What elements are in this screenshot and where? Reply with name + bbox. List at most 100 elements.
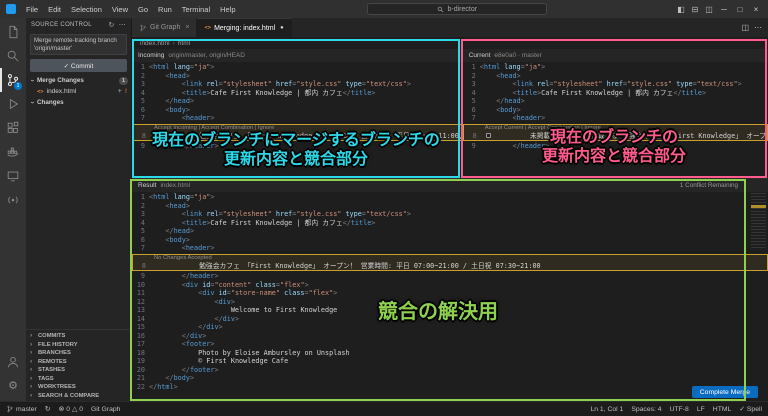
code-line[interactable]: 11 <div id="store-name" class="flex"> — [132, 289, 768, 298]
extensions-icon[interactable] — [0, 116, 26, 140]
menu-selection[interactable]: Selection — [66, 3, 107, 16]
conflict-checkbox[interactable] — [155, 133, 160, 138]
panel-search-compare[interactable]: › SEARCH & COMPARE — [26, 392, 131, 401]
conflict-checkbox[interactable] — [485, 133, 491, 138]
code-line[interactable]: 7 <header> — [463, 114, 768, 123]
layout-icon[interactable]: ◫ — [702, 5, 716, 14]
code-line[interactable]: 22 </html> — [132, 383, 768, 392]
code-line[interactable]: 3 <link rel="stylesheet" href="style.css… — [463, 80, 768, 89]
tab-merging-index-html[interactable]: <> Merging: index.html ● — [197, 18, 292, 37]
code-line[interactable]: 1 <html lang="ja"> — [132, 193, 768, 202]
code-line[interactable]: 6 <body> — [132, 106, 462, 115]
panel-stashes[interactable]: › STASHES — [26, 366, 131, 375]
code-line[interactable]: 2 <head> — [463, 72, 768, 81]
breadcrumb-symbol[interactable]: html — [178, 40, 190, 47]
modified-dot-icon[interactable]: ● — [280, 25, 284, 31]
settings-gear-icon[interactable]: ⚙ — [0, 374, 26, 398]
sync-button[interactable]: ↻ — [45, 405, 51, 413]
code-line[interactable]: 20 </footer> — [132, 366, 768, 375]
live-preview-icon[interactable] — [0, 188, 26, 212]
tab-git-graph[interactable]: Git Graph × — [132, 18, 198, 37]
close-tab-icon[interactable]: × — [185, 24, 189, 31]
code-line[interactable]: 1 <html lang="ja"> — [132, 63, 462, 72]
menu-go[interactable]: Go — [133, 3, 153, 16]
cursor-position-indicator[interactable]: Ln 1, Col 1 — [590, 406, 623, 413]
code-line[interactable]: 7 <header> — [132, 244, 768, 253]
code-line[interactable]: 6 <body> — [463, 106, 768, 115]
stage-file-icon[interactable]: + — [118, 88, 122, 95]
complete-merge-button[interactable]: Complete Merge — [691, 386, 758, 398]
result-code[interactable]: 1 <html lang="ja"> 2 <head> 3 <link rel="st… — [132, 192, 768, 401]
panel-remotes[interactable]: › REMOTES — [26, 358, 131, 367]
code-line[interactable]: 12 <div> — [132, 298, 768, 307]
code-line[interactable]: 8 勉強会カフェ 「First Knowledge」 オープン！ 営業時間: 平… — [133, 262, 767, 271]
more-actions-icon[interactable]: ⋯ — [754, 23, 762, 32]
commit-button[interactable]: ✓ Commit — [30, 59, 127, 72]
toggle-sidebar-icon[interactable]: ◧ — [674, 5, 688, 14]
code-line[interactable]: 9 </header> — [463, 142, 768, 151]
code-line[interactable]: 4 <title>Cafe First Knowledge | 都内 カフェ</… — [463, 89, 768, 98]
command-center-search[interactable]: b-director — [367, 3, 548, 15]
commit-message-input[interactable]: Merge remote-tracking branch 'origin/mas… — [30, 34, 127, 55]
conflict-actions[interactable]: Accept Current | Accept Combination | Ig… — [464, 125, 767, 132]
panel-file-history[interactable]: › FILE HISTORY — [26, 341, 131, 350]
problems-indicator[interactable]: ⊗ 0 △ 0 — [58, 405, 83, 414]
merge-changes-header[interactable]: › Merge Changes 1 — [26, 75, 131, 86]
panel-tags[interactable]: › TAGS — [26, 375, 131, 384]
branch-indicator[interactable]: master — [6, 405, 37, 413]
breadcrumb-file[interactable]: index.html — [140, 40, 170, 47]
code-line[interactable]: 4 <title>Cafe First Knowledge | 都内 カフェ</… — [132, 219, 768, 228]
code-line[interactable]: 21 </body> — [132, 374, 768, 383]
eol-indicator[interactable]: LF — [697, 406, 705, 413]
panel-branches[interactable]: › BRANCHES — [26, 349, 131, 358]
code-line[interactable]: 18 Photo by Eloise Ambursley on Unsplash — [132, 349, 768, 358]
more-actions-icon[interactable]: ⋯ — [119, 21, 126, 29]
code-line[interactable]: 14 </div> — [132, 315, 768, 324]
minimize-button[interactable]: ─ — [716, 5, 732, 14]
code-line[interactable]: 1 <html lang="ja"> — [463, 63, 768, 72]
code-line[interactable]: 2 <head> — [132, 202, 768, 211]
code-line[interactable]: 8 勉強会カフェ 「First Knowledge」 オープン！ 営業時間: 平… — [133, 132, 461, 141]
code-line[interactable]: 5 </head> — [132, 97, 462, 106]
menu-help[interactable]: Help — [215, 3, 240, 16]
menu-terminal[interactable]: Terminal — [177, 3, 215, 16]
close-button[interactable]: × — [748, 5, 764, 14]
code-line[interactable]: 2 <head> — [132, 72, 462, 81]
menu-file[interactable]: File — [21, 3, 43, 16]
encoding-indicator[interactable]: UTF-8 — [670, 406, 689, 413]
toggle-panel-icon[interactable]: ⊟ — [688, 5, 702, 14]
run-and-debug-icon[interactable] — [0, 92, 26, 116]
panel-commits[interactable]: › COMMITS — [26, 332, 131, 341]
code-line[interactable]: 15 </div> — [132, 323, 768, 332]
merge-file-row[interactable]: <> index.html + ! — [26, 86, 131, 97]
code-line[interactable]: 5 </head> — [463, 97, 768, 106]
refresh-icon[interactable]: ↻ — [109, 21, 115, 29]
code-line[interactable]: 8 未掲載のお知らせを掲載する 勉強会カフェ 「First Knowledge」… — [464, 132, 767, 141]
code-line[interactable]: 7 <header> — [132, 114, 462, 123]
changes-header[interactable]: › Changes — [26, 97, 131, 108]
incoming-code[interactable]: 1 <html lang="ja"> 2 <head> 3 <link rel="st… — [132, 62, 462, 178]
panel-worktrees[interactable]: › WORKTREES — [26, 383, 131, 392]
code-line[interactable]: 5 </head> — [132, 227, 768, 236]
code-line[interactable]: 6 <body> — [132, 236, 768, 245]
code-line[interactable]: 17 <footer> — [132, 340, 768, 349]
menu-view[interactable]: View — [107, 3, 133, 16]
search-sidebar-icon[interactable] — [0, 44, 26, 68]
code-line[interactable]: 19 © First Knowledge Cafe — [132, 357, 768, 366]
code-line[interactable]: 13 Welcome to First Knowledge — [132, 306, 768, 315]
menu-edit[interactable]: Edit — [43, 3, 66, 16]
maximize-button[interactable]: □ — [732, 5, 748, 14]
code-line[interactable]: 4 <title>Cafe First Knowledge | 都内 カフェ</… — [132, 89, 462, 98]
spell-checker-indicator[interactable]: ✓ Spell — [739, 405, 762, 413]
conflict-actions[interactable]: Accept Incoming | Accept Combination | I… — [133, 125, 461, 132]
docker-icon[interactable] — [0, 140, 26, 164]
language-indicator[interactable]: HTML — [713, 406, 732, 413]
remote-explorer-icon[interactable] — [0, 164, 26, 188]
code-line[interactable]: 3 <link rel="stylesheet" href="style.css… — [132, 80, 462, 89]
indentation-indicator[interactable]: Spaces: 4 — [631, 406, 661, 413]
git-graph-button[interactable]: Git Graph — [91, 406, 120, 413]
minimap[interactable] — [751, 193, 766, 248]
conflict-actions[interactable]: No Changes Accepted — [133, 255, 767, 262]
menu-run[interactable]: Run — [153, 3, 177, 16]
code-line[interactable]: 9 </header> — [132, 272, 768, 281]
